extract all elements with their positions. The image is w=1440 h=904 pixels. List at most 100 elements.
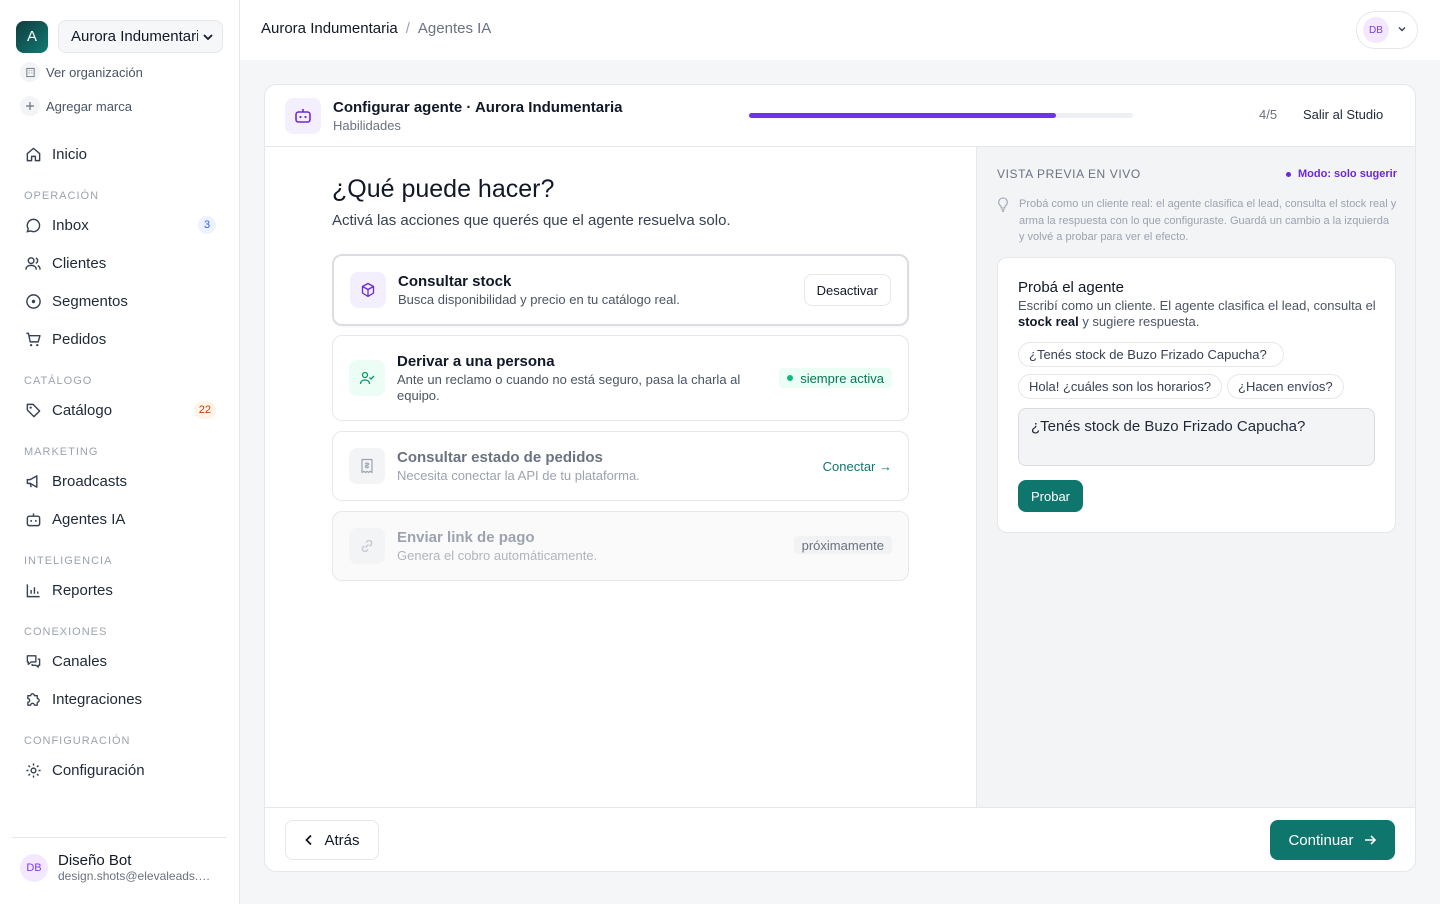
bar-chart-icon: [24, 581, 42, 599]
try-agent-desc: Escribí como un cliente. El agente clasi…: [1018, 298, 1378, 330]
sidebar-item-agentes[interactable]: Agentes IA: [24, 504, 216, 534]
back-button-label: Atrás: [324, 831, 360, 849]
message-input[interactable]: ¿Tenés stock de Buzo Frizado Capucha?: [1018, 408, 1375, 466]
robot-icon: [285, 98, 321, 134]
page-title: ¿Qué puede hacer?: [332, 175, 555, 203]
sidebar-item-label: Clientes: [52, 254, 107, 272]
skill-desc: Genera el cobro automáticamente.: [397, 548, 598, 563]
skill-desc: Ante un reclamo o cuando no está seguro,…: [397, 372, 741, 403]
back-button[interactable]: Atrás: [285, 820, 379, 860]
inbox-count-badge: 3: [198, 216, 216, 234]
exit-studio-button[interactable]: Salir al Studio: [1303, 107, 1383, 122]
section-label-marketing: MARKETING: [24, 446, 99, 458]
wizard-header: Configurar agente · Aurora Indumentaria …: [265, 85, 1415, 147]
sidebar-item-label: Integraciones: [52, 690, 143, 708]
breadcrumb-org[interactable]: Aurora Indumentaria: [261, 20, 398, 37]
suggestion-chip-label: ¿Tenés stock de Buzo Frizado Capucha?: [1029, 347, 1267, 362]
suggestion-chip[interactable]: Hola! ¿cuáles son los horarios?: [1018, 374, 1223, 399]
section-label-inteligencia: INTELIGENCIA: [24, 555, 113, 567]
suggestion-chip[interactable]: ¿Hacen envíos?: [1227, 374, 1344, 399]
sidebar-item-broadcasts[interactable]: Broadcasts: [24, 466, 216, 496]
try-button[interactable]: Probar: [1018, 480, 1083, 512]
account-menu-button[interactable]: DB: [1356, 11, 1418, 49]
chevron-down-icon: [1397, 21, 1407, 39]
skill-desc: Necesita conectar la API de tu plataform…: [397, 468, 640, 483]
live-preview-pane: VISTA PREVIA EN VIVO Modo: solo sugerir …: [976, 147, 1415, 807]
status-dot-icon: [787, 375, 794, 381]
progress-fill: [749, 113, 1057, 118]
add-brand-link[interactable]: Agregar marca: [20, 96, 132, 116]
skill-card-handoff: Derivar a una persona Ante un reclamo o …: [332, 335, 909, 421]
org-switcher: A Aurora Indumentaria: [16, 20, 223, 53]
sidebar-item-inicio[interactable]: Inicio: [24, 139, 216, 169]
user-email: design.shots@elevaleads.com: [58, 869, 213, 883]
section-label-conexiones: CONEXIONES: [24, 626, 108, 638]
section-label-operacion: OPERACIÓN: [24, 190, 100, 202]
try-agent-title: Probá el agente: [1018, 279, 1124, 296]
skill-name: Enviar link de pago: [397, 529, 535, 546]
suggestion-chip[interactable]: ¿Tenés stock de Buzo Frizado Capucha?: [1018, 342, 1284, 367]
breadcrumb-separator: /: [405, 20, 410, 37]
section-label-configuracion: CONFIGURACIÓN: [24, 735, 131, 747]
continue-button-label: Continuar: [1288, 831, 1354, 849]
try-agent-desc-part: y sugiere respuesta.: [1078, 314, 1200, 329]
skill-card-payment-link: Enviar link de pago Genera el cobro auto…: [332, 511, 909, 581]
arrow-right-icon: [1364, 834, 1377, 846]
breadcrumb-current: Agentes IA: [417, 20, 492, 37]
sidebar-item-clientes[interactable]: Clientes: [24, 248, 216, 278]
skill-card-stock: Consultar stock Busca disponibilidad y p…: [332, 254, 909, 326]
megaphone-icon: [24, 472, 42, 490]
status-badge: siempre activa: [779, 368, 892, 388]
user-menu[interactable]: DB Diseño Bot design.shots@elevaleads.co…: [12, 837, 227, 883]
gear-icon: [24, 761, 42, 779]
breadcrumb: Aurora Indumentaria / Agentes IA: [261, 20, 491, 37]
sidebar-item-catalogo[interactable]: Catálogo 22: [24, 395, 216, 425]
agent-wizard: Configurar agente · Aurora Indumentaria …: [264, 84, 1416, 872]
page-subtitle: Activá las acciones que querés que el ag…: [332, 212, 731, 229]
sidebar-item-integraciones[interactable]: Integraciones: [24, 684, 216, 714]
sidebar-item-label: Segmentos: [52, 292, 128, 310]
user-name: Diseño Bot: [58, 852, 132, 869]
step-counter: 4/5: [1259, 107, 1278, 122]
sidebar-item-label: Inicio: [52, 145, 88, 163]
channels-icon: [24, 652, 42, 670]
add-brand-label: Agregar marca: [46, 98, 132, 114]
puzzle-icon: [24, 690, 42, 708]
sidebar-item-inbox[interactable]: Inbox 3: [24, 210, 216, 240]
skill-desc: Busca disponibilidad y precio en tu catá…: [398, 292, 680, 307]
chat-icon: [24, 216, 42, 234]
skill-name: Consultar stock: [398, 273, 512, 290]
connect-link[interactable]: Conectar →: [823, 459, 892, 474]
building-icon: [20, 62, 40, 82]
try-agent-desc-bold: stock real: [1018, 314, 1079, 329]
wizard-title: Configurar agente · Aurora Indumentaria: [333, 99, 623, 116]
cart-icon: [24, 330, 42, 348]
plus-icon: [20, 96, 40, 116]
sidebar-item-label: Catálogo: [52, 401, 113, 419]
handoff-icon: [349, 360, 385, 396]
sidebar-item-label: Agentes IA: [52, 510, 126, 528]
sidebar-item-segmentos[interactable]: Segmentos: [24, 286, 216, 316]
wizard-footer: Atrás Continuar: [265, 807, 1415, 871]
sidebar-item-canales[interactable]: Canales: [24, 646, 216, 676]
mode-indicator: Modo: solo sugerir: [1286, 168, 1397, 180]
sidebar-item-reportes[interactable]: Reportes: [24, 575, 216, 605]
mode-label: Modo: solo sugerir: [1298, 168, 1397, 180]
deactivate-button[interactable]: Desactivar: [803, 274, 891, 306]
receipt-icon: [349, 448, 385, 484]
try-agent-card: Probá el agente Escribí como un cliente.…: [997, 257, 1396, 533]
view-org-link[interactable]: Ver organización: [20, 62, 143, 82]
continue-button[interactable]: Continuar: [1270, 820, 1395, 860]
chevron-left-icon: [304, 834, 314, 846]
preview-label: VISTA PREVIA EN VIVO: [997, 167, 1141, 181]
topbar: Aurora Indumentaria / Agentes IA DB: [240, 0, 1440, 60]
skill-name: Derivar a una persona: [397, 353, 555, 370]
org-select[interactable]: Aurora Indumentaria: [58, 20, 223, 53]
chevron-down-icon: [202, 31, 214, 43]
sidebar-item-label: Reportes: [52, 581, 113, 599]
robot-icon: [24, 510, 42, 528]
coming-soon-badge: próximamente: [793, 536, 892, 554]
sidebar-item-pedidos[interactable]: Pedidos: [24, 324, 216, 354]
sidebar-item-configuracion[interactable]: Configuración: [24, 755, 216, 785]
sidebar: A Aurora Indumentaria Ver organización A…: [0, 0, 240, 904]
